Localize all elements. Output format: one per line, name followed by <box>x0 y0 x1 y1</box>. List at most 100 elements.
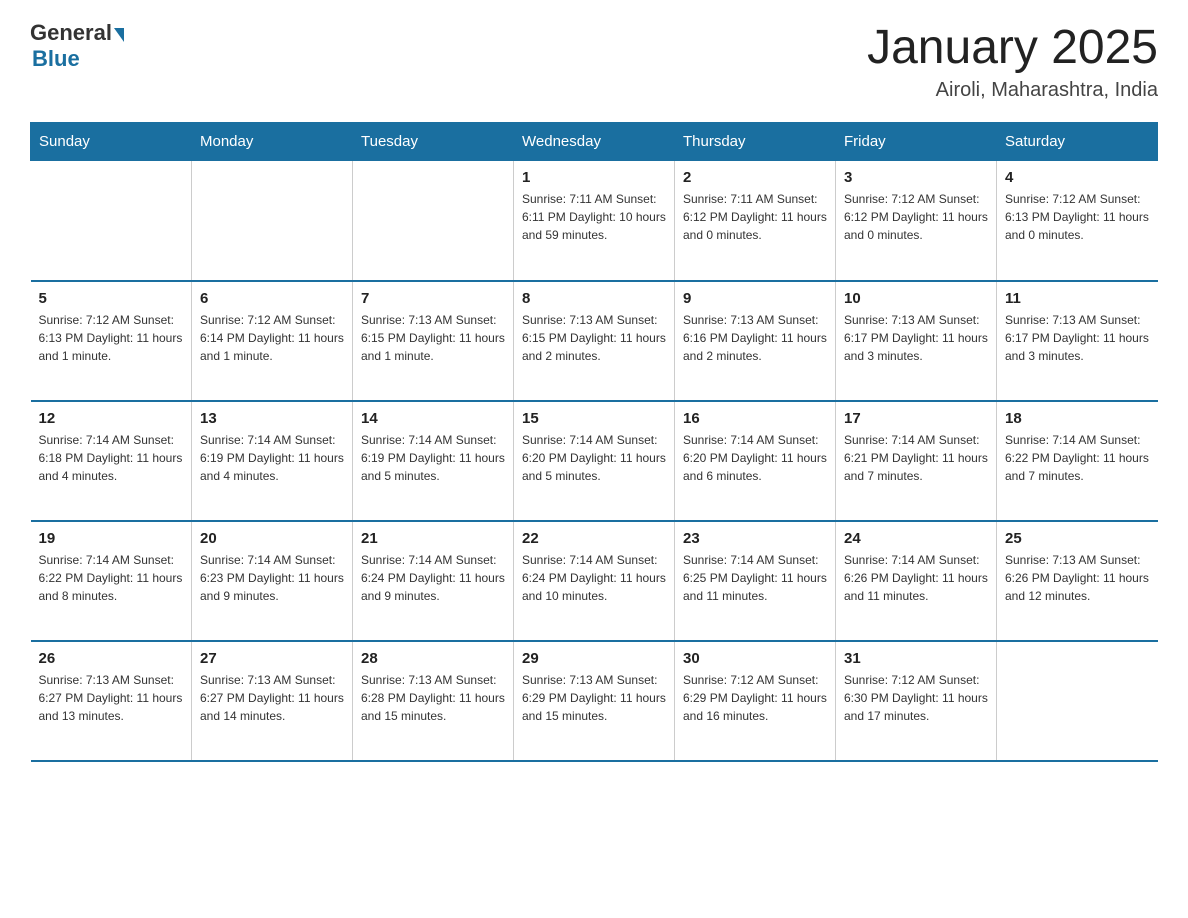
week-row-2: 5 Sunrise: 7:12 AM Sunset: 6:13 PM Daylig… <box>31 281 1158 401</box>
day-number: 26 <box>39 650 184 667</box>
day-info: Sunrise: 7:12 AM Sunset: 6:13 PM Dayligh… <box>39 311 184 365</box>
day-number: 4 <box>1005 169 1150 186</box>
day-number: 21 <box>361 530 505 547</box>
day-info: Sunrise: 7:12 AM Sunset: 6:13 PM Dayligh… <box>1005 190 1150 244</box>
calendar-cell: 4 Sunrise: 7:12 AM Sunset: 6:13 PM Daylig… <box>997 161 1158 281</box>
day-number: 7 <box>361 290 505 307</box>
logo: General Blue <box>30 20 124 72</box>
day-number: 13 <box>200 410 344 427</box>
week-row-1: 1Sunrise: 7:11 AM Sunset: 6:11 PM Daylig… <box>31 161 1158 281</box>
day-number: 23 <box>683 530 827 547</box>
calendar-cell: 18 Sunrise: 7:14 AM Sunset: 6:22 PM Dayli… <box>997 401 1158 521</box>
day-info: Sunrise: 7:14 AM Sunset: 6:24 PM Dayligh… <box>361 551 505 605</box>
calendar-cell: 3 Sunrise: 7:12 AM Sunset: 6:12 PM Daylig… <box>836 161 997 281</box>
calendar-table: SundayMondayTuesdayWednesdayThursdayFrid… <box>30 122 1158 762</box>
day-number: 10 <box>844 290 988 307</box>
calendar-cell <box>353 161 514 281</box>
day-info: Sunrise: 7:13 AM Sunset: 6:26 PM Dayligh… <box>1005 551 1150 605</box>
calendar-cell: 20Sunrise: 7:14 AM Sunset: 6:23 PM Dayli… <box>192 521 353 641</box>
day-number: 30 <box>683 650 827 667</box>
day-info: Sunrise: 7:14 AM Sunset: 6:20 PM Dayligh… <box>683 431 827 485</box>
calendar-cell: 7 Sunrise: 7:13 AM Sunset: 6:15 PM Daylig… <box>353 281 514 401</box>
day-number: 3 <box>844 169 988 186</box>
day-number: 15 <box>522 410 666 427</box>
week-row-5: 26 Sunrise: 7:13 AM Sunset: 6:27 PM Dayli… <box>31 641 1158 761</box>
calendar-cell: 17Sunrise: 7:14 AM Sunset: 6:21 PM Dayli… <box>836 401 997 521</box>
calendar-cell: 13 Sunrise: 7:14 AM Sunset: 6:19 PM Dayli… <box>192 401 353 521</box>
calendar-cell: 31 Sunrise: 7:12 AM Sunset: 6:30 PM Dayli… <box>836 641 997 761</box>
day-number: 14 <box>361 410 505 427</box>
calendar-cell: 26 Sunrise: 7:13 AM Sunset: 6:27 PM Dayli… <box>31 641 192 761</box>
calendar-cell <box>192 161 353 281</box>
weekday-header-row: SundayMondayTuesdayWednesdayThursdayFrid… <box>31 123 1158 161</box>
day-info: Sunrise: 7:12 AM Sunset: 6:12 PM Dayligh… <box>844 190 988 244</box>
day-info: Sunrise: 7:14 AM Sunset: 6:26 PM Dayligh… <box>844 551 988 605</box>
calendar-cell: 22 Sunrise: 7:14 AM Sunset: 6:24 PM Dayli… <box>514 521 675 641</box>
day-info: Sunrise: 7:14 AM Sunset: 6:21 PM Dayligh… <box>844 431 988 485</box>
calendar-subtitle: Airoli, Maharashtra, India <box>867 79 1158 102</box>
calendar-cell: 14 Sunrise: 7:14 AM Sunset: 6:19 PM Dayli… <box>353 401 514 521</box>
calendar-cell: 24 Sunrise: 7:14 AM Sunset: 6:26 PM Dayli… <box>836 521 997 641</box>
day-info: Sunrise: 7:13 AM Sunset: 6:28 PM Dayligh… <box>361 671 505 725</box>
day-number: 24 <box>844 530 988 547</box>
calendar-cell: 30 Sunrise: 7:12 AM Sunset: 6:29 PM Dayli… <box>675 641 836 761</box>
page-header: General Blue January 2025 Airoli, Mahara… <box>30 20 1158 102</box>
day-info: Sunrise: 7:14 AM Sunset: 6:22 PM Dayligh… <box>1005 431 1150 485</box>
day-info: Sunrise: 7:13 AM Sunset: 6:29 PM Dayligh… <box>522 671 666 725</box>
day-number: 8 <box>522 290 666 307</box>
calendar-cell: 15Sunrise: 7:14 AM Sunset: 6:20 PM Dayli… <box>514 401 675 521</box>
day-info: Sunrise: 7:14 AM Sunset: 6:24 PM Dayligh… <box>522 551 666 605</box>
weekday-header-saturday: Saturday <box>997 123 1158 161</box>
day-info: Sunrise: 7:13 AM Sunset: 6:27 PM Dayligh… <box>39 671 184 725</box>
calendar-cell: 5 Sunrise: 7:12 AM Sunset: 6:13 PM Daylig… <box>31 281 192 401</box>
calendar-cell: 16 Sunrise: 7:14 AM Sunset: 6:20 PM Dayli… <box>675 401 836 521</box>
calendar-cell: 29 Sunrise: 7:13 AM Sunset: 6:29 PM Dayli… <box>514 641 675 761</box>
calendar-cell: 23 Sunrise: 7:14 AM Sunset: 6:25 PM Dayli… <box>675 521 836 641</box>
day-number: 22 <box>522 530 666 547</box>
weekday-header-wednesday: Wednesday <box>514 123 675 161</box>
calendar-cell: 19Sunrise: 7:14 AM Sunset: 6:22 PM Dayli… <box>31 521 192 641</box>
weekday-header-sunday: Sunday <box>31 123 192 161</box>
day-number: 5 <box>39 290 184 307</box>
day-info: Sunrise: 7:14 AM Sunset: 6:19 PM Dayligh… <box>200 431 344 485</box>
calendar-cell: 2 Sunrise: 7:11 AM Sunset: 6:12 PM Daylig… <box>675 161 836 281</box>
day-number: 29 <box>522 650 666 667</box>
calendar-cell: 25Sunrise: 7:13 AM Sunset: 6:26 PM Dayli… <box>997 521 1158 641</box>
weekday-header-tuesday: Tuesday <box>353 123 514 161</box>
calendar-cell: 9Sunrise: 7:13 AM Sunset: 6:16 PM Daylig… <box>675 281 836 401</box>
day-info: Sunrise: 7:13 AM Sunset: 6:16 PM Dayligh… <box>683 311 827 365</box>
title-block: January 2025 Airoli, Maharashtra, India <box>867 20 1158 102</box>
calendar-cell: 11 Sunrise: 7:13 AM Sunset: 6:17 PM Dayli… <box>997 281 1158 401</box>
day-number: 18 <box>1005 410 1150 427</box>
calendar-cell: 28Sunrise: 7:13 AM Sunset: 6:28 PM Dayli… <box>353 641 514 761</box>
day-info: Sunrise: 7:14 AM Sunset: 6:23 PM Dayligh… <box>200 551 344 605</box>
day-info: Sunrise: 7:13 AM Sunset: 6:15 PM Dayligh… <box>522 311 666 365</box>
calendar-cell: 12Sunrise: 7:14 AM Sunset: 6:18 PM Dayli… <box>31 401 192 521</box>
day-number: 12 <box>39 410 184 427</box>
day-info: Sunrise: 7:12 AM Sunset: 6:30 PM Dayligh… <box>844 671 988 725</box>
weekday-header-thursday: Thursday <box>675 123 836 161</box>
day-info: Sunrise: 7:13 AM Sunset: 6:15 PM Dayligh… <box>361 311 505 365</box>
day-number: 16 <box>683 410 827 427</box>
day-number: 2 <box>683 169 827 186</box>
week-row-3: 12Sunrise: 7:14 AM Sunset: 6:18 PM Dayli… <box>31 401 1158 521</box>
weekday-header-monday: Monday <box>192 123 353 161</box>
calendar-cell: 21 Sunrise: 7:14 AM Sunset: 6:24 PM Dayli… <box>353 521 514 641</box>
calendar-cell: 8 Sunrise: 7:13 AM Sunset: 6:15 PM Daylig… <box>514 281 675 401</box>
day-number: 1 <box>522 169 666 186</box>
day-number: 27 <box>200 650 344 667</box>
day-number: 31 <box>844 650 988 667</box>
calendar-cell: 27Sunrise: 7:13 AM Sunset: 6:27 PM Dayli… <box>192 641 353 761</box>
calendar-cell <box>31 161 192 281</box>
day-number: 11 <box>1005 290 1150 307</box>
day-info: Sunrise: 7:11 AM Sunset: 6:12 PM Dayligh… <box>683 190 827 244</box>
day-info: Sunrise: 7:13 AM Sunset: 6:17 PM Dayligh… <box>1005 311 1150 365</box>
weekday-header-friday: Friday <box>836 123 997 161</box>
day-info: Sunrise: 7:12 AM Sunset: 6:14 PM Dayligh… <box>200 311 344 365</box>
logo-blue-text: Blue <box>32 46 80 72</box>
week-row-4: 19Sunrise: 7:14 AM Sunset: 6:22 PM Dayli… <box>31 521 1158 641</box>
day-info: Sunrise: 7:14 AM Sunset: 6:19 PM Dayligh… <box>361 431 505 485</box>
day-info: Sunrise: 7:14 AM Sunset: 6:25 PM Dayligh… <box>683 551 827 605</box>
calendar-cell: 6Sunrise: 7:12 AM Sunset: 6:14 PM Daylig… <box>192 281 353 401</box>
day-info: Sunrise: 7:12 AM Sunset: 6:29 PM Dayligh… <box>683 671 827 725</box>
